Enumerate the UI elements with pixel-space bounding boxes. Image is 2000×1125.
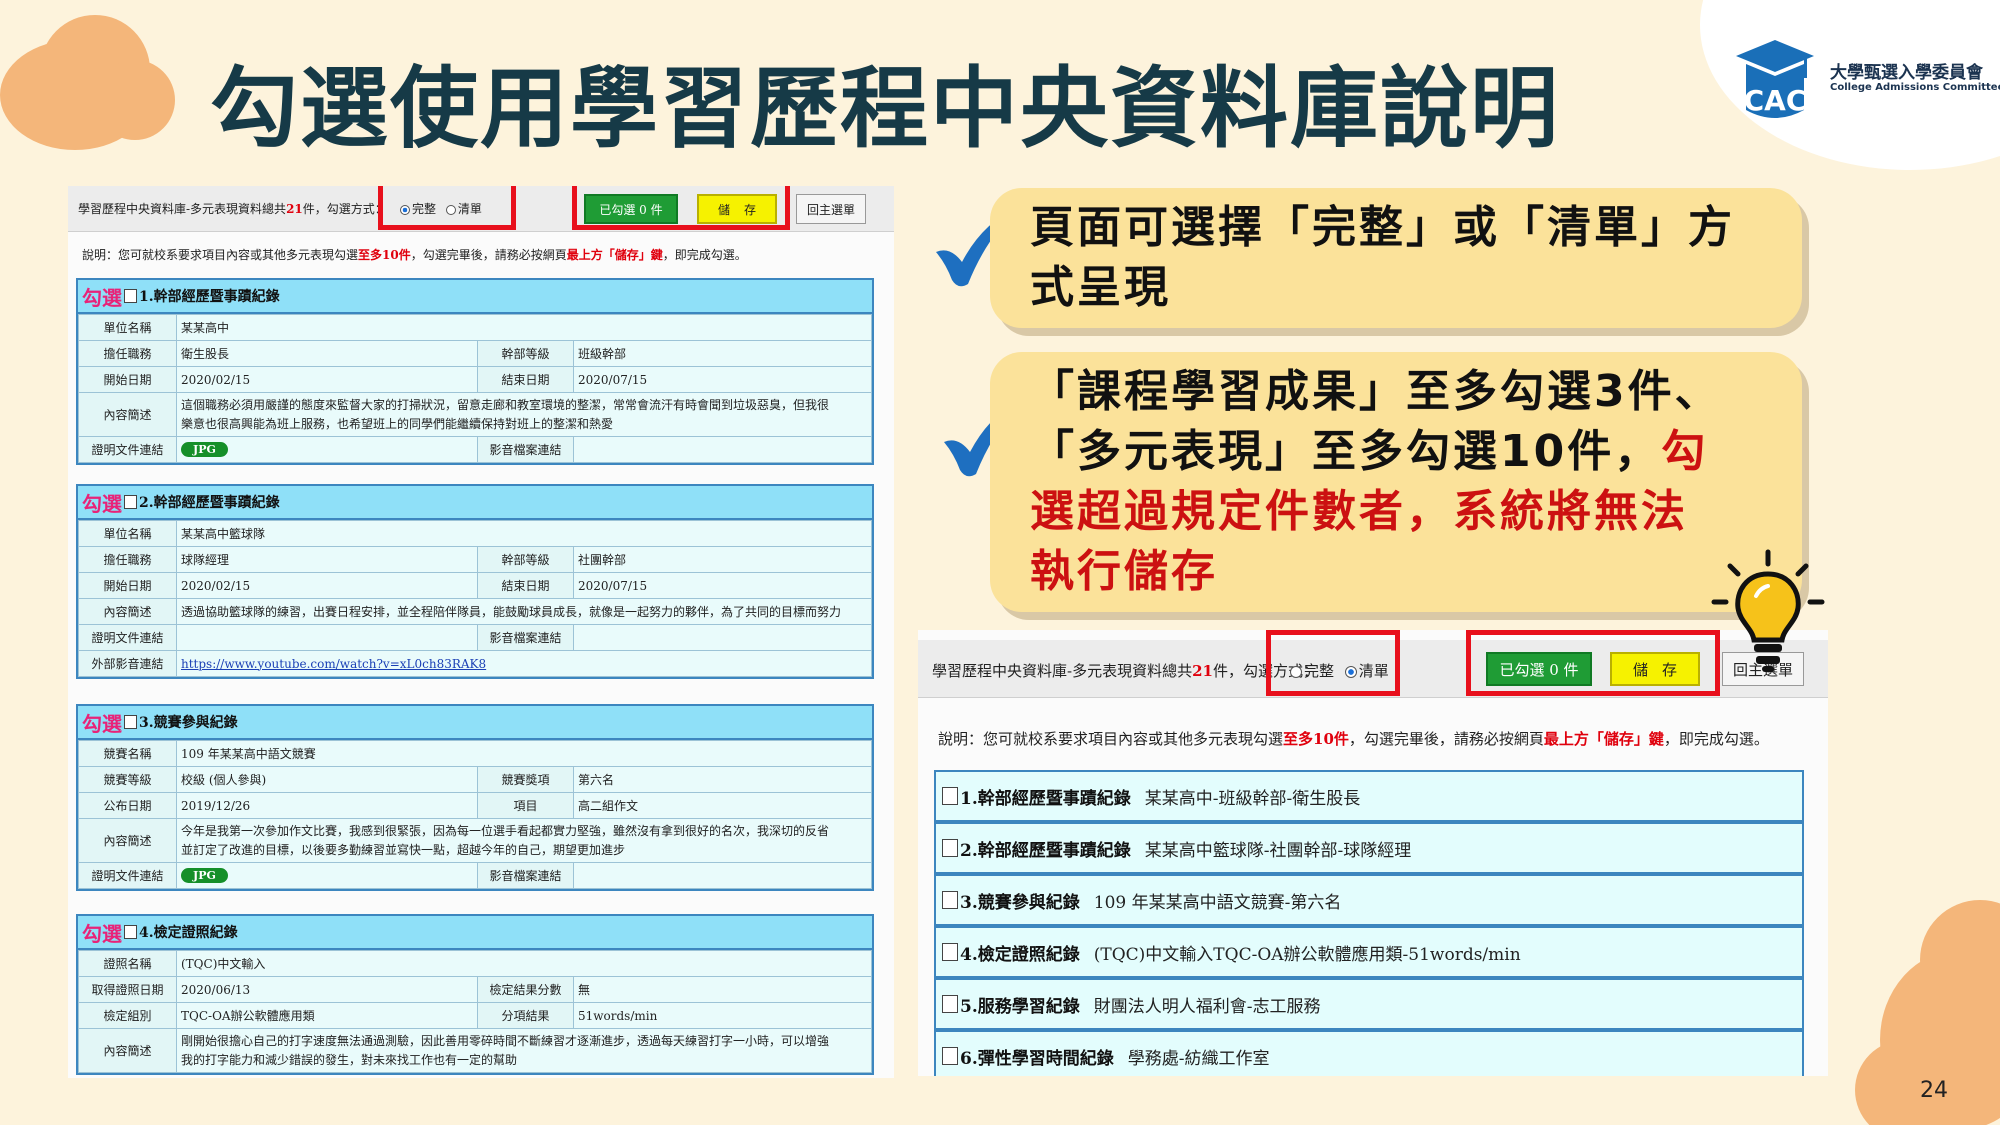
select-label: 勾選 (82, 711, 122, 736)
cap-icon: CAC (1736, 40, 1814, 118)
record-card: 勾選 2.幹部經歷暨事蹟紀錄 單位名稱 某某高中籃球隊 擔任職務 球隊經理 幹部等級 社團… (76, 484, 874, 679)
highlight-action-buttons (1466, 630, 1720, 696)
list-item[interactable]: 3.競賽參與紀錄 109 年某某高中語文競賽-第六名 (934, 874, 1804, 926)
select-checkbox[interactable] (942, 995, 958, 1013)
record-card: 勾選 1.幹部經歷暨事蹟紀錄 單位名稱 某某高中 擔任職務 衛生股長 幹部等級 班級幹部 … (76, 278, 874, 465)
highlight-mode-radios (1266, 630, 1400, 696)
list-item[interactable]: 2.幹部經歷暨事蹟紀錄 某某高中籃球隊-社團幹部-球隊經理 (934, 822, 1804, 874)
slide-title: 勾選使用學習歷程中央資料庫說明 (210, 57, 1561, 160)
highlight-action-buttons (572, 186, 790, 230)
select-checkbox[interactable] (942, 891, 958, 909)
lightbulb-icon (1711, 549, 1825, 672)
select-checkbox[interactable] (942, 1047, 958, 1065)
logo-text-cn: 大學甄選入學委員會 (1830, 63, 1983, 83)
list-item[interactable]: 6.彈性學習時間紀錄 學務處-紡織工作室 (934, 1030, 1804, 1076)
highlight-mode-radios (378, 186, 516, 230)
list-item[interactable]: 4.檢定證照紀錄 (TQC)中文輸入TQC-OA辦公軟體應用類-51words/m… (934, 926, 1804, 978)
select-checkbox[interactable] (124, 715, 137, 729)
select-checkbox[interactable] (124, 289, 137, 303)
svg-text:CAC: CAC (1744, 84, 1807, 117)
page-number: 24 (1920, 1078, 1948, 1103)
select-checkbox[interactable] (124, 925, 137, 939)
record-card: 勾選 4.檢定證照紀錄 證照名稱 (TQC)中文輸入 取得證照日期 2020/06/1… (76, 914, 874, 1075)
jpg-file-link[interactable]: JPG (181, 868, 228, 883)
select-label: 勾選 (82, 285, 122, 310)
external-video-link[interactable]: https://www.youtube.com/watch?v=xL0ch83R… (181, 657, 486, 671)
logo-text-en: College Admissions Committee (1830, 82, 2000, 93)
instruction-note: 說明：您可就校系要求項目內容或其他多元表現勾選至多10件，勾選完畢後，請務必按網… (938, 730, 1769, 748)
callout-view-mode: 頁面可選擇「完整」或「清單」方 式呈現 (990, 188, 1802, 328)
list-item[interactable]: 5.服務學習紀錄 財團法人明人福利會-志工服務 (934, 978, 1804, 1030)
screenshot-list-view: 學習歷程中央資料庫-多元表現資料總共21件，勾選方式： 完整 清單 已勾選 0 … (918, 630, 1828, 1076)
select-label: 勾選 (82, 491, 122, 516)
instruction-note: 說明：您可就校系要求項目內容或其他多元表現勾選至多10件，勾選完畢後，請務必按網… (82, 248, 747, 262)
list-item[interactable]: 1.幹部經歷暨事蹟紀錄 某某高中-班級幹部-衛生股長 (934, 770, 1804, 822)
jpg-file-link[interactable]: JPG (181, 442, 228, 457)
record-card: 勾選 3.競賽參與紀錄 競賽名稱 109 年某某高中語文競賽 競賽等級 校級 (個人參… (76, 704, 874, 891)
screenshot-full-view: 學習歷程中央資料庫-多元表現資料總共21件，勾選方式： 完整 清單 已勾選 0 … (68, 186, 894, 1078)
select-checkbox[interactable] (942, 839, 958, 857)
select-label: 勾選 (82, 921, 122, 946)
callout-selection-limit: 「課程學習成果」至多勾選3件、 「多元表現」至多勾選10件，勾 選超過規定件數者… (990, 352, 1802, 612)
logo: CAC 大學甄選入學委員會 College Admissions Committ… (1730, 36, 2000, 126)
main-menu-button[interactable]: 回主選單 (796, 194, 866, 224)
select-checkbox[interactable] (942, 787, 958, 805)
select-checkbox[interactable] (942, 943, 958, 961)
select-checkbox[interactable] (124, 495, 137, 509)
